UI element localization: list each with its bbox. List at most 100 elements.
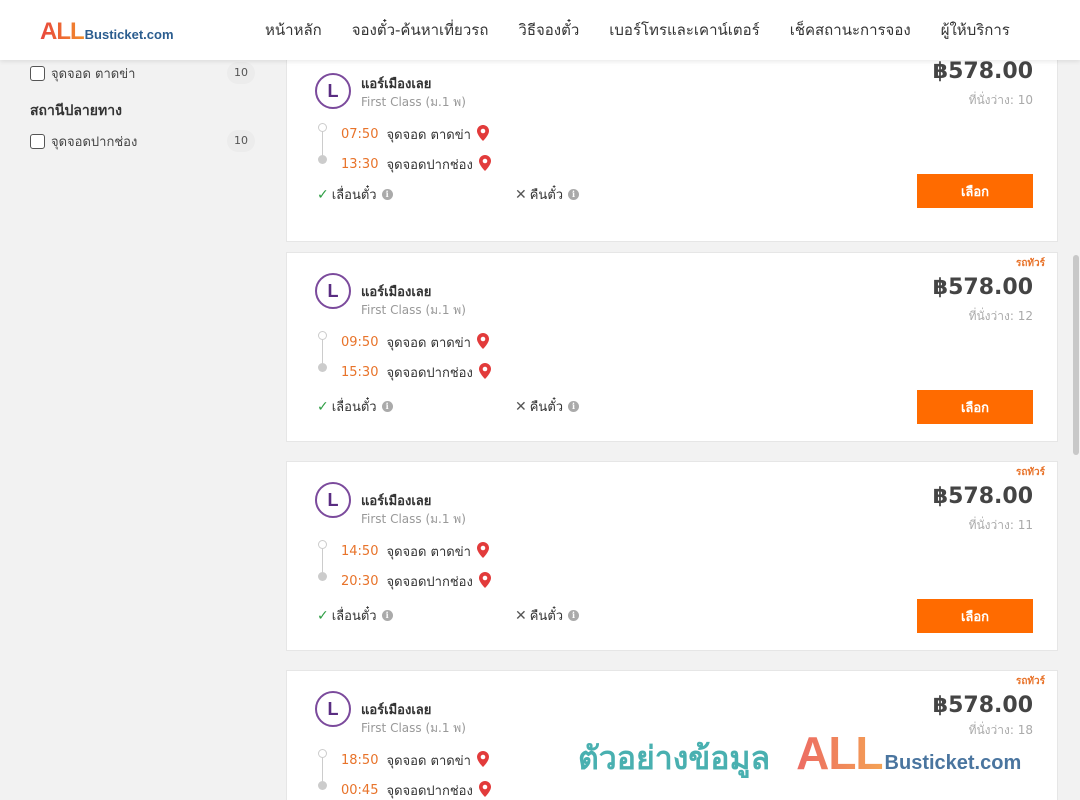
check-icon: ✓ bbox=[317, 398, 329, 415]
cross-icon: ✕ bbox=[515, 186, 527, 203]
map-pin-icon[interactable] bbox=[476, 124, 489, 145]
operator-name: แอร์เมืองเลย bbox=[361, 494, 432, 509]
route-line bbox=[322, 757, 323, 783]
check-icon: ✓ bbox=[317, 186, 329, 203]
arrival-time: 20:30 bbox=[341, 574, 379, 589]
origin-filter-checkbox[interactable] bbox=[30, 65, 45, 81]
arrival-place: จุดจอดปากช่อง bbox=[386, 575, 473, 590]
main-nav: หน้าหลัก จองตั๋ว-ค้นหาเที่ยวรถ วิธีจองตั… bbox=[250, 0, 1025, 60]
nav-home[interactable]: หน้าหลัก bbox=[250, 18, 337, 42]
reschedule-policy: ✓ เลื่อนตั๋ว i bbox=[317, 184, 393, 205]
bus-class: First Class (ม.1 พ) bbox=[361, 95, 466, 109]
map-pin-icon[interactable] bbox=[476, 750, 489, 771]
departure-place: จุดจอด ตาดข่า bbox=[386, 754, 471, 769]
arrival-stop: 13:30 จุดจอดปากช่อง bbox=[341, 154, 491, 175]
seats-available: ที่นั่งว่าง: 12 bbox=[968, 309, 1033, 323]
refund-policy: ✕ คืนตั๋ว i bbox=[515, 605, 580, 626]
departure-stop: 07:50 จุดจอด ตาดข่า bbox=[341, 124, 489, 145]
info-icon[interactable]: i bbox=[568, 610, 580, 621]
refund-label: คืนตั๋ว bbox=[529, 609, 564, 624]
operator-logo: L bbox=[315, 482, 351, 518]
tour-bus-badge: รถทัวร์ bbox=[1015, 258, 1045, 269]
nav-contact-counters[interactable]: เบอร์โทรและเคาน์เตอร์ bbox=[594, 18, 774, 42]
bus-class: First Class (ม.1 พ) bbox=[361, 303, 466, 317]
arrival-stop: 20:30 จุดจอดปากช่อง bbox=[341, 571, 491, 592]
arrival-time: 15:30 bbox=[341, 365, 379, 380]
departure-place: จุดจอด ตาดข่า bbox=[386, 545, 471, 560]
reschedule-label: เลื่อนตั๋ว bbox=[331, 609, 377, 624]
refund-policy: ✕ คืนตั๋ว i bbox=[515, 396, 580, 417]
route-line bbox=[322, 131, 323, 157]
departure-time: 14:50 bbox=[341, 544, 379, 559]
info-icon[interactable]: i bbox=[381, 401, 393, 412]
departure-place: จุดจอด ตาดข่า bbox=[386, 336, 471, 351]
site-logo[interactable]: ALL Busticket.com bbox=[40, 18, 174, 46]
route-end-dot bbox=[318, 572, 327, 581]
tour-bus-badge: รถทัวร์ bbox=[1015, 467, 1045, 478]
refund-label: คืนตั๋ว bbox=[529, 188, 564, 203]
operator-logo: L bbox=[315, 73, 351, 109]
map-pin-icon[interactable] bbox=[476, 541, 489, 562]
destination-filter-label: จุดจอดปากช่อง bbox=[51, 134, 138, 150]
map-pin-icon[interactable] bbox=[478, 362, 491, 383]
select-trip-button[interactable]: เลือก bbox=[917, 599, 1033, 633]
info-icon[interactable]: i bbox=[568, 189, 580, 200]
scrollbar-thumb[interactable] bbox=[1073, 255, 1079, 455]
select-trip-button[interactable]: เลือก bbox=[917, 174, 1033, 208]
route-end-dot bbox=[318, 155, 327, 164]
arrival-time: 13:30 bbox=[341, 157, 379, 172]
operator-logo: L bbox=[315, 691, 351, 727]
nav-check-booking[interactable]: เช็คสถานะการจอง bbox=[775, 18, 926, 42]
destination-filter-checkbox[interactable] bbox=[30, 133, 45, 149]
reschedule-label: เลื่อนตั๋ว bbox=[331, 188, 377, 203]
departure-time: 07:50 bbox=[341, 127, 379, 142]
watermark-logo-all: ALL bbox=[796, 727, 883, 779]
arrival-place: จุดจอดปากช่อง bbox=[386, 366, 473, 381]
logo-all-text: ALL bbox=[40, 18, 85, 45]
departure-time: 18:50 bbox=[341, 753, 379, 768]
page-scrollbar[interactable] bbox=[1072, 60, 1080, 800]
operator-name: แอร์เมืองเลย bbox=[361, 77, 432, 92]
map-pin-icon[interactable] bbox=[478, 571, 491, 592]
site-header: ALL Busticket.com หน้าหลัก จองตั๋ว-ค้นหา… bbox=[0, 0, 1080, 60]
trip-price: ฿578.00 bbox=[932, 59, 1033, 84]
seats-available: ที่นั่งว่าง: 10 bbox=[968, 93, 1033, 107]
reschedule-policy: ✓ เลื่อนตั๋ว i bbox=[317, 396, 393, 417]
reschedule-label: เลื่อนตั๋ว bbox=[331, 400, 377, 415]
trip-price: ฿578.00 bbox=[932, 275, 1033, 300]
cross-icon: ✕ bbox=[515, 398, 527, 415]
trip-price: ฿578.00 bbox=[932, 484, 1033, 509]
departure-stop: 18:50 จุดจอด ตาดข่า bbox=[341, 750, 489, 771]
watermark-logo-busticket: Busticket.com bbox=[884, 752, 1022, 774]
destination-filter-item[interactable]: จุดจอดปากช่อง 10 bbox=[30, 128, 255, 154]
arrival-stop: 00:45 จุดจอดปากช่อง bbox=[341, 780, 491, 800]
trip-price: ฿578.00 bbox=[932, 693, 1033, 718]
refund-label: คืนตั๋ว bbox=[529, 400, 564, 415]
nav-operators[interactable]: ผู้ให้บริการ bbox=[926, 18, 1025, 42]
origin-filter-label: จุดจอด ตาดข่า bbox=[51, 66, 136, 82]
arrival-stop: 15:30 จุดจอดปากช่อง bbox=[341, 362, 491, 383]
info-icon[interactable]: i bbox=[568, 401, 580, 412]
info-icon[interactable]: i bbox=[381, 610, 393, 621]
origin-filter-count: 10 bbox=[227, 62, 255, 84]
route-line bbox=[322, 548, 323, 574]
map-pin-icon[interactable] bbox=[478, 780, 491, 800]
seats-available: ที่นั่งว่าง: 11 bbox=[968, 518, 1033, 532]
sample-data-watermark: ตัวอย่างข้อมูล ALL Busticket.com bbox=[578, 726, 1021, 784]
refund-policy: ✕ คืนตั๋ว i bbox=[515, 184, 580, 205]
info-icon[interactable]: i bbox=[381, 189, 393, 200]
select-trip-button[interactable]: เลือก bbox=[917, 390, 1033, 424]
arrival-time: 00:45 bbox=[341, 783, 379, 798]
logo-busticket-text: Busticket.com bbox=[84, 27, 174, 42]
map-pin-icon[interactable] bbox=[476, 332, 489, 353]
departure-place: จุดจอด ตาดข่า bbox=[386, 128, 471, 143]
route-line bbox=[322, 339, 323, 365]
reschedule-policy: ✓ เลื่อนตั๋ว i bbox=[317, 605, 393, 626]
nav-how-to-book[interactable]: วิธีจองตั๋ว bbox=[503, 18, 594, 42]
nav-book-search[interactable]: จองตั๋ว-ค้นหาเที่ยวรถ bbox=[337, 18, 504, 42]
departure-time: 09:50 bbox=[341, 335, 379, 350]
map-pin-icon[interactable] bbox=[478, 154, 491, 175]
origin-filter-item[interactable]: จุดจอด ตาดข่า 10 bbox=[30, 60, 255, 86]
tour-bus-badge: รถทัวร์ bbox=[1015, 676, 1045, 687]
check-icon: ✓ bbox=[317, 607, 329, 624]
